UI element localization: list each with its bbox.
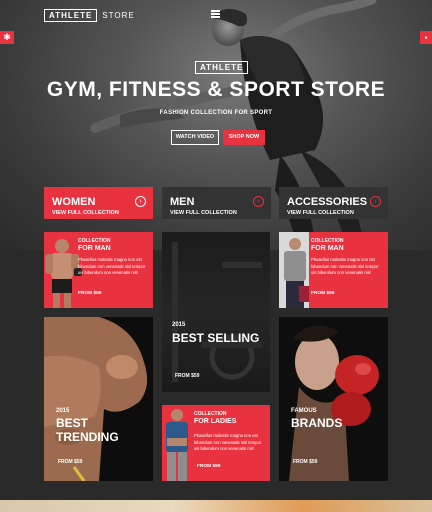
category-subtitle: VIEW FULL COLLECTION: [170, 210, 237, 216]
arrow-right-circle-icon[interactable]: ›: [135, 196, 146, 207]
arrow-right-circle-icon[interactable]: ›: [370, 196, 381, 207]
logo-text: STORE: [102, 11, 135, 20]
best-selling-year: 2015: [172, 322, 186, 328]
promo-price: FROM $59: [197, 464, 221, 469]
logo[interactable]: ATHLETE STORE: [44, 9, 135, 22]
best-trending-price: FROM $59: [58, 459, 83, 465]
gear-icon[interactable]: ✱: [0, 31, 14, 44]
category-title: ACCESSORIES: [287, 196, 368, 208]
brands-tile[interactable]: FAMOUS BRANDS FROM $59: [279, 317, 388, 481]
best-trending-title: BEST TRENDING: [56, 416, 119, 444]
brands-subtitle: FAMOUS: [291, 408, 317, 414]
category-subtitle: VIEW FULL COLLECTION: [52, 210, 119, 216]
promo-tile-for-ladies[interactable]: COLLECTION FOR LADIES Phasellus molestie…: [162, 405, 270, 481]
hamburger-icon[interactable]: [211, 10, 220, 18]
category-men[interactable]: MEN VIEW FULL COLLECTION ›: [162, 187, 271, 219]
category-women[interactable]: WOMEN VIEW FULL COLLECTION ›: [44, 187, 153, 219]
best-selling-title: BEST SELLING: [172, 331, 260, 345]
arrow-right-circle-icon[interactable]: ›: [253, 196, 264, 207]
cart-icon[interactable]: ▪: [420, 31, 432, 44]
best-selling-tile[interactable]: 2015 BEST SELLING FROM $59: [162, 232, 270, 392]
promo-tile-for-man[interactable]: COLLECTION FOR MAN Phasellus molestie ma…: [44, 232, 153, 308]
hero-title: GYM, FITNESS & SPORT STORE: [46, 78, 386, 101]
best-selling-price: FROM $59: [175, 373, 200, 379]
best-trending-year: 2015: [56, 408, 70, 414]
category-title: MEN: [170, 196, 195, 208]
promo-for-label: FOR LADIES: [194, 418, 237, 425]
promo-collection-label: COLLECTION: [311, 238, 344, 244]
category-subtitle: VIEW FULL COLLECTION: [287, 210, 354, 216]
lady-athlete-image: [166, 409, 188, 481]
promo-price: FROM $59: [78, 291, 102, 296]
muscular-man-image: [44, 317, 148, 481]
category-accessories[interactable]: ACCESSORIES VIEW FULL COLLECTION ›: [279, 187, 388, 219]
category-title: WOMEN: [52, 196, 96, 208]
promo-for-label: FOR MAN: [311, 245, 344, 252]
promo-for-label: FOR MAN: [78, 245, 111, 252]
promo-description: Phasellus molestie magna non est bibendu…: [311, 257, 379, 275]
boxing-woman-image: [289, 325, 379, 481]
next-section-preview: [0, 500, 432, 512]
jacket-woman-image: [279, 232, 309, 308]
promo-description: Phasellus molestie magna non est bibendu…: [78, 257, 146, 275]
brands-title: BRANDS: [291, 416, 343, 430]
gym-equipment-image: [172, 242, 262, 382]
best-trending-tile[interactable]: 2015 BEST TRENDING FROM $59: [44, 317, 153, 481]
promo-collection-label: COLLECTION: [78, 238, 111, 244]
logo-box: ATHLETE: [44, 9, 98, 22]
promo-tile-jacket[interactable]: COLLECTION FOR MAN Phasellus molestie ma…: [279, 232, 388, 308]
promo-price: FROM $59: [311, 291, 335, 296]
promo-description: Phasellus molestie magna non est bibendu…: [194, 433, 262, 451]
watch-video-button[interactable]: WATCH VIDEO: [171, 130, 219, 145]
hero-subtitle: FASHION COLLECTION FOR SPORT: [159, 110, 273, 116]
brands-price: FROM $59: [293, 459, 318, 465]
shop-now-button[interactable]: SHOP NOW: [223, 130, 265, 145]
hero-badge: ATHLETE: [195, 61, 249, 74]
promo-collection-label: COLLECTION: [194, 411, 227, 417]
